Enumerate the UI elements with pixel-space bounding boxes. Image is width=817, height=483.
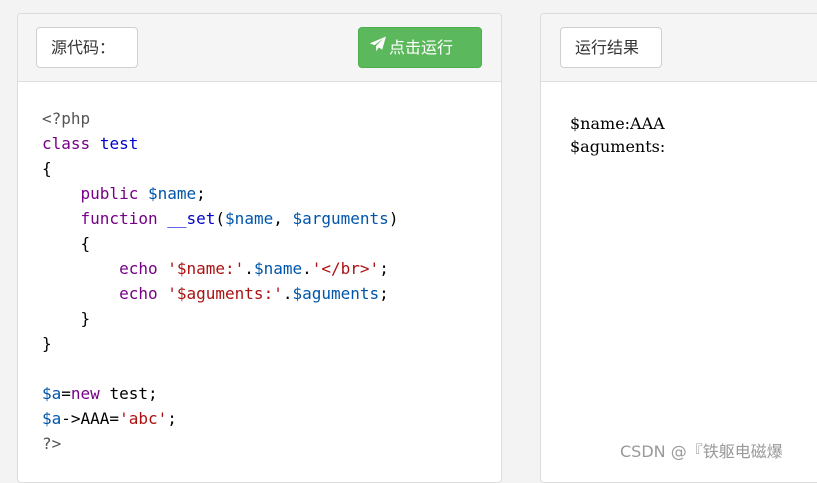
watermark: CSDN @『铁躯电磁爆 [620, 442, 783, 461]
code-line: { [42, 156, 398, 181]
code-line: } [42, 306, 398, 331]
code-line: function __set($name, $arguments) [42, 206, 399, 231]
source-code-panel: 源代码： 点击运行 <?php class test { public $name;… [17, 13, 502, 483]
code-token: } [42, 309, 91, 328]
code-token: ; [379, 259, 389, 278]
code-token: '$name:' [167, 259, 245, 278]
code-token: echo [119, 259, 158, 278]
code-token: { [42, 234, 91, 253]
code-token: $name [253, 259, 303, 278]
code-token: __set [167, 209, 216, 228]
code-line: ?> [42, 431, 398, 456]
run-result-panel: 运行结果 $name:AAA $aguments: [540, 13, 817, 483]
code-token: $a [42, 384, 62, 403]
code-line: public $name; [42, 181, 398, 206]
code-token: $name [225, 209, 274, 228]
code-token: ) [388, 209, 399, 228]
code-line: $a=new test; [42, 381, 398, 406]
code-token: function [80, 209, 158, 228]
code-token: } [42, 334, 52, 353]
source-code-label-button[interactable]: 源代码： [36, 27, 138, 68]
code-token: public [80, 184, 139, 203]
run-result-label-button[interactable]: 运行结果 [560, 27, 662, 68]
code-token: class [42, 134, 91, 153]
code-token: { [42, 159, 52, 178]
code-token: '</br>' [311, 259, 380, 278]
code-token: ; [196, 184, 206, 203]
code-token: . [244, 259, 254, 278]
code-editor[interactable]: <?php class test { public $name; function … [42, 106, 398, 456]
code-token: new [70, 384, 100, 403]
code-line: echo '$name:'.$name.'</br>'; [42, 256, 398, 281]
code-token: test; [99, 384, 158, 403]
paper-plane-icon [369, 27, 387, 66]
code-token: ?> [42, 434, 62, 453]
code-token: $aguments [292, 284, 380, 303]
code-token: = [61, 384, 71, 403]
code-token: $a [42, 409, 62, 428]
code-token: test [99, 134, 139, 153]
run-output: $name:AAA $aguments: [570, 112, 665, 158]
code-token: $name [147, 184, 197, 203]
output-line: $aguments: [570, 137, 666, 156]
output-line: $name:AAA [570, 114, 665, 133]
code-token: . [302, 259, 312, 278]
code-line: <?php [42, 106, 398, 131]
code-token: $arguments [292, 209, 389, 228]
run-result-panel-header: 运行结果 [541, 14, 817, 82]
code-line: echo '$aguments:'.$aguments; [42, 281, 398, 306]
code-token: ( [215, 209, 226, 228]
code-token: echo [119, 284, 158, 303]
code-line: { [42, 231, 398, 256]
code-token: ; [379, 284, 389, 303]
code-token: ->AAA= [61, 409, 120, 428]
code-token: ; [167, 409, 177, 428]
code-line: } [42, 331, 398, 356]
source-code-panel-header: 源代码： 点击运行 [18, 14, 501, 82]
code-token: 'abc' [119, 409, 168, 428]
code-token: , [273, 209, 293, 228]
code-token: '$aguments:' [167, 284, 283, 303]
run-button[interactable]: 点击运行 [358, 27, 482, 68]
code-line: $a->AAA='abc'; [42, 406, 398, 431]
code-line: class test [42, 131, 398, 156]
code-token: <?php [42, 109, 91, 128]
run-button-label: 点击运行 [389, 38, 454, 57]
